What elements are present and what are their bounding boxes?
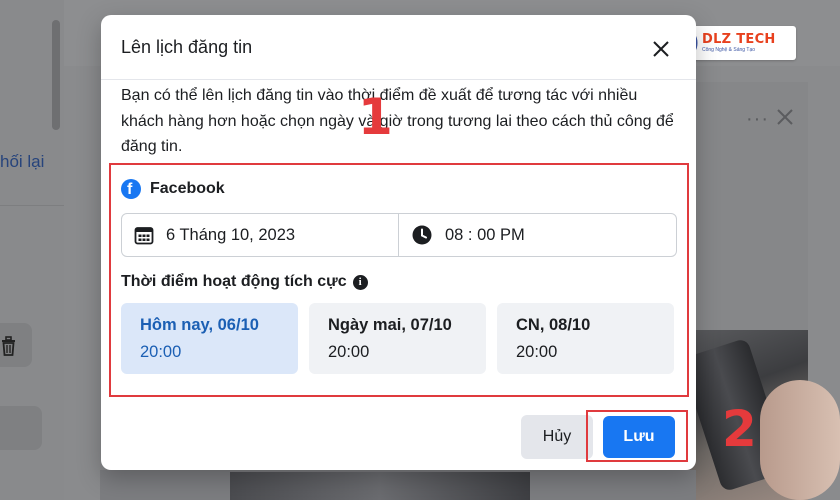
dialog-divider: [101, 79, 696, 80]
cancel-button[interactable]: Hủy: [521, 415, 593, 459]
logo-subtitle: Công Nghệ & Sáng Tạo: [702, 47, 756, 53]
logo-title: DLZ TECH: [702, 32, 776, 47]
dialog-title: Lên lịch đăng tin: [121, 37, 253, 57]
background-bottom-photo: [230, 472, 530, 500]
annotation-number-1: 1: [358, 88, 393, 146]
annotation-number-2: 2: [722, 400, 757, 458]
dialog-description: Bạn có thể lên lịch đăng tin vào thời đi…: [121, 87, 674, 155]
background-trash-button: [0, 323, 32, 367]
trash-icon: [2, 336, 15, 356]
more-options-icon: ···: [746, 108, 769, 130]
annotation-box-step2: [586, 410, 688, 462]
background-divider: [0, 205, 64, 206]
background-panel-box: [0, 406, 42, 450]
close-icon[interactable]: [647, 35, 675, 63]
background-hand-image: [760, 380, 840, 500]
background-scrollbar: [52, 20, 60, 130]
background-retry-link: hối lại: [0, 152, 45, 171]
background-close-icon: [777, 109, 793, 125]
annotation-box-step1: [109, 163, 689, 397]
